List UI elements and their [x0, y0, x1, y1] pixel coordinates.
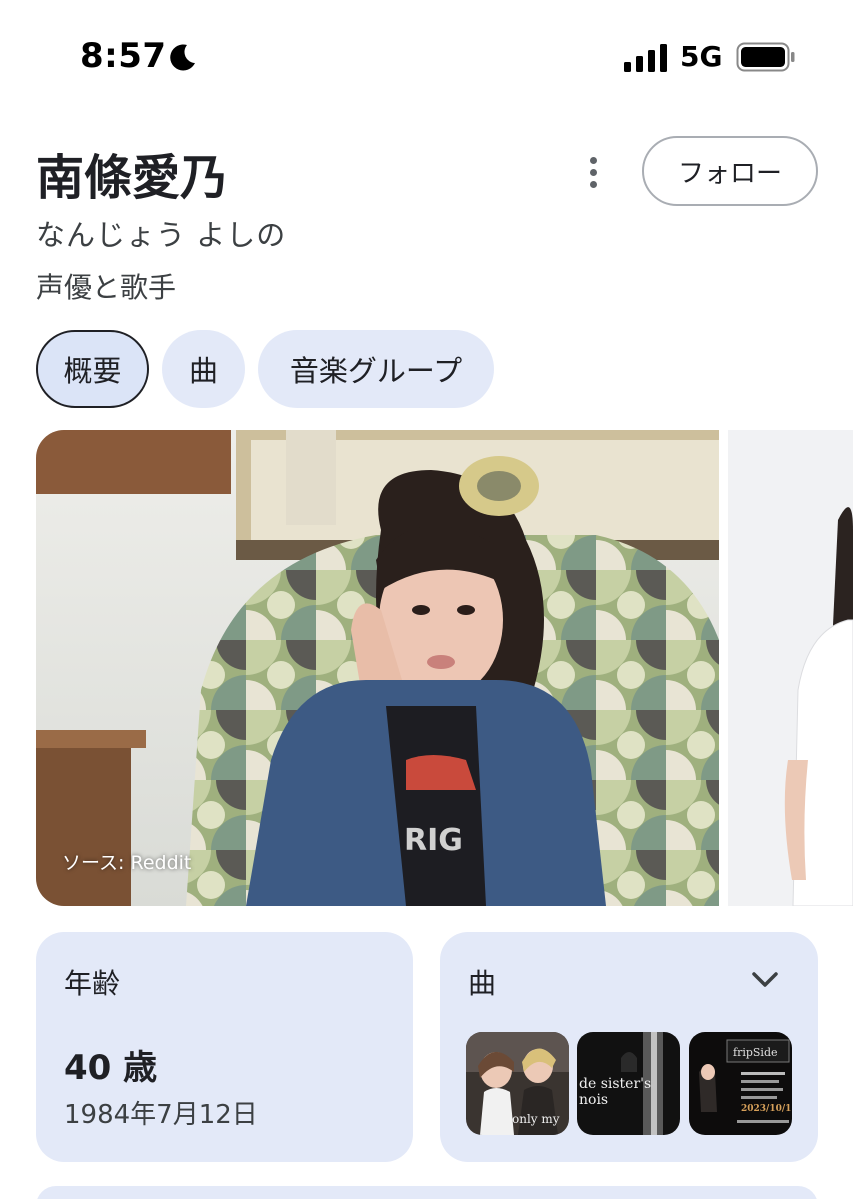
status-time: 8:57: [80, 36, 167, 76]
next-photo-image: [728, 430, 853, 906]
tab-music-groups[interactable]: 音楽グループ: [258, 330, 494, 408]
entity-name: 南條愛乃: [36, 150, 229, 206]
more-dot-icon: [589, 180, 597, 188]
next-photo-preview[interactable]: [728, 430, 853, 906]
tab-overview[interactable]: 概要: [36, 330, 149, 408]
svg-text:RIG: RIG: [404, 823, 463, 858]
songs-card-title: 曲: [468, 967, 497, 1000]
next-card-peek: [36, 1186, 818, 1199]
song-thumbnail-caption: 2023/10/11: [741, 1104, 792, 1114]
age-card-title: 年齢: [64, 967, 121, 1000]
more-dot-icon: [589, 156, 597, 164]
more-options-button[interactable]: [578, 152, 608, 192]
chevron-down-icon[interactable]: [750, 968, 780, 992]
status-bar: 8:57 5G: [0, 0, 853, 115]
battery-icon: [736, 42, 795, 72]
song-thumbnail-caption: only my: [512, 1112, 560, 1126]
song-thumbnail-art: fripSide: [689, 1032, 792, 1135]
artist-photo[interactable]: RIG: [36, 430, 719, 906]
tab-songs[interactable]: 曲: [162, 330, 245, 408]
occupation: 声優と歌手: [36, 271, 177, 304]
song-thumbnail[interactable]: fripSide 2023/10/11: [689, 1032, 792, 1135]
age-value: 40 歳: [64, 1048, 158, 1088]
song-thumbnail-caption: de sister's nois: [579, 1076, 652, 1108]
song-thumbnail[interactable]: de sister's nois: [577, 1032, 680, 1135]
moon-icon: [170, 44, 195, 71]
svg-text:fripSide: fripSide: [733, 1046, 778, 1059]
song-thumbnail[interactable]: only my: [466, 1032, 569, 1135]
signal-icon: [624, 44, 667, 72]
network-type: 5G: [680, 40, 723, 73]
follow-button[interactable]: フォロー: [642, 136, 818, 206]
age-card[interactable]: 年齢 40 歳 1984年7月12日: [36, 932, 413, 1162]
songs-card[interactable]: 曲 only my de sister's nois fripSide 2023…: [440, 932, 818, 1162]
artist-photo-image: RIG: [36, 430, 719, 906]
image-source[interactable]: ソース: Reddit: [62, 848, 191, 875]
more-dot-icon: [589, 168, 597, 176]
name-reading: なんじょう よしの: [36, 218, 287, 252]
birthdate: 1984年7月12日: [64, 1100, 258, 1130]
